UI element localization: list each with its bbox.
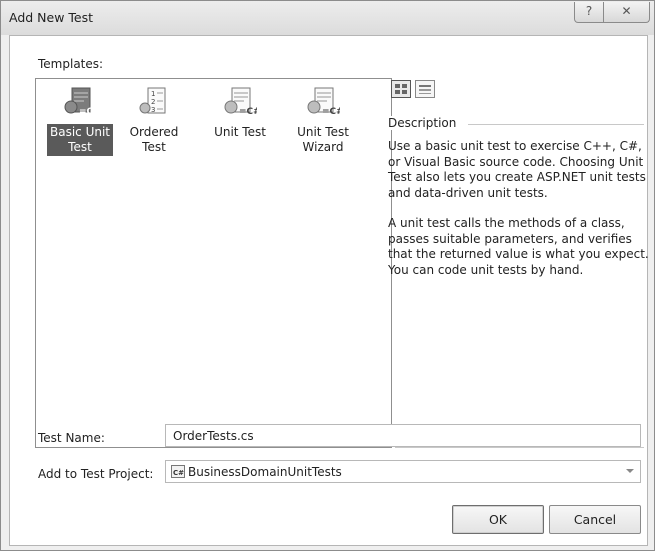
large-icons-view-button[interactable]: [391, 80, 411, 98]
svg-text:C#: C#: [173, 469, 184, 477]
chevron-down-icon[interactable]: [626, 469, 634, 473]
close-icon: ✕: [621, 4, 632, 18]
template-ordered-test[interactable]: 1 2 3 Ordered Test: [121, 87, 187, 156]
template-label: Basic Unit Test: [47, 124, 113, 156]
dialog-body: Templates: =C# Basic Unit Test 1 2 3: [9, 35, 650, 546]
cancel-button[interactable]: Cancel: [549, 505, 641, 534]
details-view-button[interactable]: [415, 80, 435, 98]
close-button[interactable]: ✕: [603, 2, 650, 23]
description-text: Use a basic unit test to exercise C++, C…: [388, 139, 650, 293]
ordered-test-icon: 1 2 3: [139, 87, 166, 114]
description-paragraph: A unit test calls the methods of a class…: [388, 216, 649, 277]
title-bar: Add New Test ? ✕: [1, 1, 654, 35]
svg-text:=C#: =C#: [239, 107, 257, 117]
add-new-test-dialog: Add New Test ? ✕ Templates: =C# Basic Un…: [0, 0, 655, 551]
test-name-label: Test Name:: [38, 431, 105, 445]
template-unit-test[interactable]: =C# Unit Test: [207, 87, 273, 141]
svg-text:=C#: =C#: [79, 107, 97, 117]
ok-button[interactable]: OK: [452, 505, 544, 534]
svg-text:2: 2: [151, 98, 155, 106]
csharp-project-icon: C#: [171, 465, 185, 478]
template-unit-test-wizard[interactable]: =C# Unit Test Wizard: [290, 87, 356, 156]
test-name-value: OrderTests.cs: [173, 429, 254, 443]
details-view-icon: [419, 85, 431, 94]
svg-text:=C#: =C#: [322, 107, 340, 117]
template-basic-unit-test[interactable]: =C# Basic Unit Test: [47, 87, 113, 156]
template-label: Unit Test: [214, 125, 266, 139]
unit-test-icon: =C#: [224, 87, 257, 117]
help-icon: ?: [585, 4, 593, 18]
window-title: Add New Test: [9, 10, 94, 25]
svg-text:1: 1: [151, 90, 155, 98]
templates-label: Templates:: [38, 57, 104, 71]
description-bottom-divider: [395, 447, 644, 448]
test-project-dropdown[interactable]: C# BusinessDomainUnitTests: [165, 460, 641, 483]
test-name-input[interactable]: OrderTests.cs: [165, 424, 641, 447]
basic-unit-test-icon: =C#: [64, 87, 97, 117]
template-label: Unit Test Wizard: [297, 125, 349, 154]
large-icons-view-icon: [395, 84, 407, 94]
template-label: Ordered Test: [129, 125, 179, 154]
description-heading: Description: [388, 116, 644, 130]
unit-test-wizard-icon: =C#: [307, 87, 340, 117]
description-divider: [468, 124, 644, 125]
help-button[interactable]: ?: [574, 2, 604, 23]
description-paragraph: Use a basic unit test to exercise C++, C…: [388, 139, 646, 200]
templates-list[interactable]: =C# Basic Unit Test 1 2 3 Ordered Test: [35, 78, 392, 448]
add-to-test-project-label: Add to Test Project:: [38, 467, 154, 481]
test-project-value: BusinessDomainUnitTests: [188, 465, 342, 479]
svg-text:3: 3: [151, 106, 155, 114]
